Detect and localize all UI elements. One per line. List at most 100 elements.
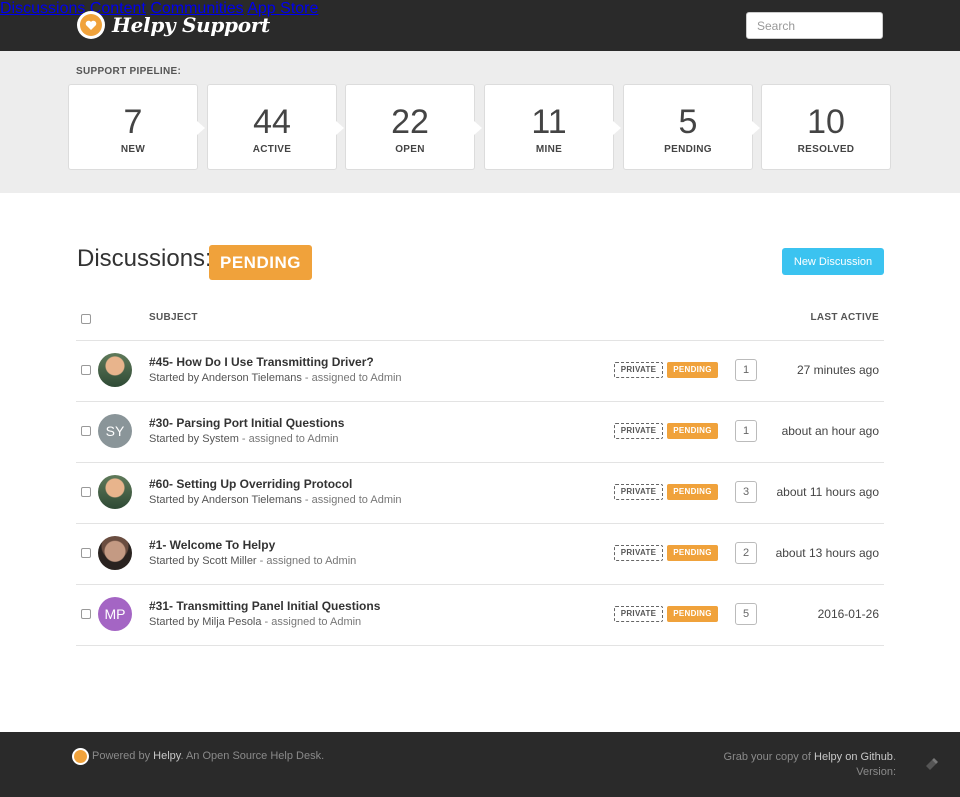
row-checkbox[interactable] (81, 426, 91, 436)
heart-logo-icon (72, 748, 89, 765)
started-by: Started by Anderson Tielemans (149, 494, 302, 506)
private-tag: PRIVATE (614, 606, 663, 622)
stage-count: 22 (391, 103, 429, 141)
divider (76, 645, 884, 646)
private-tag: PRIVATE (614, 423, 663, 439)
stage-count: 11 (531, 103, 567, 141)
discussion-meta: Started by Anderson Tielemans - assigned… (149, 494, 402, 506)
select-all-checkbox[interactable] (81, 314, 91, 324)
last-active-time: about 13 hours ago (775, 546, 879, 560)
pipeline-stage-active[interactable]: 44 ACTIVE (207, 84, 344, 170)
pipeline-stage-open[interactable]: 22 OPEN (345, 84, 482, 170)
language-switch-icon[interactable] (923, 757, 939, 773)
helpy-link[interactable]: Helpy (153, 750, 180, 762)
last-active-time: 2016-01-26 (817, 607, 879, 621)
assigned-to: - assigned to Admin (301, 372, 402, 384)
stage-label: NEW (120, 144, 146, 155)
status-badge: PENDING (209, 245, 312, 280)
private-tag: PRIVATE (614, 362, 663, 378)
brand-name: Helpy Support (112, 13, 270, 37)
pending-tag: PENDING (667, 484, 718, 500)
reply-count: 5 (735, 603, 757, 625)
private-tag: PRIVATE (614, 484, 663, 500)
discussion-meta: Started by Milja Pesola - assigned to Ad… (149, 616, 361, 628)
assigned-to: - assigned to Admin (238, 433, 339, 445)
discussion-subject-link[interactable]: #31- Transmitting Panel Initial Question… (149, 599, 380, 613)
reply-count: 1 (735, 359, 757, 381)
discussion-subject-link[interactable]: #1- Welcome To Helpy (149, 538, 275, 552)
stage-label: OPEN (395, 144, 425, 155)
new-discussion-button[interactable]: New Discussion (782, 248, 884, 275)
chevron-right-icon (474, 121, 482, 135)
last-active-time: about 11 hours ago (776, 485, 879, 499)
avatar: MP (98, 597, 132, 631)
last-active-time: about an hour ago (781, 424, 879, 438)
stage-count: 10 (807, 103, 845, 141)
chevron-right-icon (336, 121, 344, 135)
pending-tag: PENDING (667, 362, 718, 378)
discussion-meta: Started by Scott Miller - assigned to Ad… (149, 555, 356, 567)
stage-count: 5 (678, 103, 698, 141)
footer-text: . (892, 751, 896, 763)
stage-count: 44 (253, 103, 291, 141)
table-row[interactable]: MP #31- Transmitting Panel Initial Quest… (76, 584, 884, 645)
github-link[interactable]: Helpy on Github (814, 751, 893, 763)
assigned-to: - assigned to Admin (261, 616, 362, 628)
started-by: Started by Milja Pesola (149, 616, 262, 628)
search-input[interactable] (746, 12, 883, 39)
avatar: SY (98, 414, 132, 448)
footer-text: Powered by (92, 750, 154, 762)
top-navbar: Helpy Support Discussions Content Commun… (0, 0, 960, 51)
reply-count: 1 (735, 420, 757, 442)
assigned-to: - assigned to Admin (256, 555, 357, 567)
column-header-subject[interactable]: SUBJECT (149, 312, 198, 323)
pipeline-stage-new[interactable]: 7 NEW (68, 84, 205, 170)
chevron-right-icon (752, 121, 760, 135)
footer-text: Grab your copy of (723, 751, 815, 763)
table-row[interactable]: SY #30- Parsing Port Initial Questions S… (76, 401, 884, 462)
table-row[interactable]: #1- Welcome To Helpy Started by Scott Mi… (76, 523, 884, 584)
column-header-last-active[interactable]: LAST ACTIVE (811, 312, 880, 323)
pipeline-label: SUPPORT PIPELINE: (76, 66, 182, 77)
started-by: Started by Scott Miller (149, 555, 257, 567)
discussion-subject-link[interactable]: #60- Setting Up Overriding Protocol (149, 477, 352, 491)
stage-label: ACTIVE (252, 144, 292, 155)
footer-github-note: Grab your copy of Helpy on Github. Versi… (724, 750, 896, 780)
version-label: Version: (856, 766, 896, 778)
discussion-subject-link[interactable]: #30- Parsing Port Initial Questions (149, 416, 344, 430)
stage-label: PENDING (664, 144, 712, 155)
pipeline-stage-mine[interactable]: 11 MINE (484, 84, 621, 170)
row-checkbox[interactable] (81, 548, 91, 558)
footer: Powered by Helpy. An Open Source Help De… (0, 732, 960, 797)
stage-label: MINE (535, 144, 563, 155)
avatar (98, 536, 132, 570)
stage-label: RESOLVED (797, 144, 855, 155)
assigned-to: - assigned to Admin (301, 494, 402, 506)
nav-discussions[interactable]: Discussions (0, 0, 85, 17)
discussion-meta: Started by System - assigned to Admin (149, 433, 339, 445)
started-by: Started by Anderson Tielemans (149, 372, 302, 384)
pipeline-stage-pending[interactable]: 5 PENDING (623, 84, 760, 170)
discussion-meta: Started by Anderson Tielemans - assigned… (149, 372, 402, 384)
row-checkbox[interactable] (81, 609, 91, 619)
pending-tag: PENDING (667, 423, 718, 439)
row-checkbox[interactable] (81, 365, 91, 375)
heart-logo-icon (77, 11, 105, 39)
avatar (98, 353, 132, 387)
discussion-subject-link[interactable]: #45- How Do I Use Transmitting Driver? (149, 355, 374, 369)
row-checkbox[interactable] (81, 487, 91, 497)
avatar (98, 475, 132, 509)
pending-tag: PENDING (667, 606, 718, 622)
started-by: Started by System (149, 433, 239, 445)
table-row[interactable]: #60- Setting Up Overriding Protocol Star… (76, 462, 884, 523)
table-row[interactable]: #45- How Do I Use Transmitting Driver? S… (76, 340, 884, 401)
footer-text: . An Open Source Help Desk. (180, 750, 325, 762)
chevron-right-icon (613, 121, 621, 135)
stage-count: 7 (123, 103, 143, 141)
brand-logo[interactable]: Helpy Support (77, 10, 270, 40)
reply-count: 3 (735, 481, 757, 503)
pipeline-stage-resolved[interactable]: 10 RESOLVED (761, 84, 891, 170)
footer-powered-by: Powered by Helpy. An Open Source Help De… (92, 750, 324, 762)
chevron-right-icon (197, 121, 205, 135)
support-pipeline: SUPPORT PIPELINE: 7 NEW 44 ACTIVE 22 OPE… (0, 51, 960, 193)
